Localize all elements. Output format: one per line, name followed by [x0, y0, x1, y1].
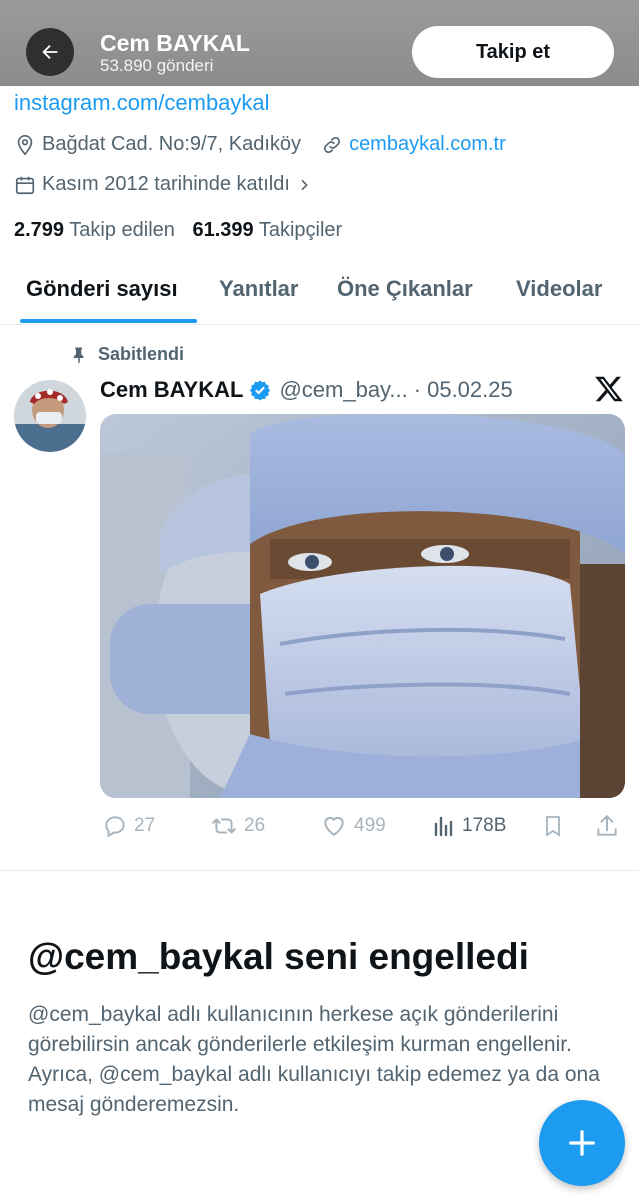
joined-row[interactable]: Kasım 2012 tarihinde katıldı [14, 173, 318, 196]
followers-label: Takipçiler [258, 219, 343, 241]
follow-stats: 2.799 Takip edilen 61.399 Takipçiler [14, 219, 342, 242]
followers-count: 61.399 [192, 219, 254, 241]
active-tab-indicator [20, 319, 197, 323]
chevron-right-icon [301, 179, 308, 190]
pinned-label: Sabitlendi [98, 344, 185, 364]
pin-icon [73, 347, 84, 363]
tab-videos[interactable]: Videolar [516, 276, 602, 302]
bookmark-icon [546, 816, 560, 837]
tab-replies[interactable]: Yanıtlar [219, 276, 298, 302]
tweet-media-image[interactable] [100, 414, 625, 798]
follow-button[interactable]: Takip et [412, 26, 614, 78]
bookmark-action[interactable] [541, 813, 571, 839]
section-divider [0, 870, 639, 871]
share-icon [597, 814, 617, 836]
calendar-icon [15, 176, 35, 194]
tweet-author-name[interactable]: Cem BAYKAL [100, 377, 243, 403]
header-name: Cem BAYKAL [100, 30, 250, 56]
share-action[interactable] [594, 813, 626, 839]
like-count: 499 [354, 815, 386, 836]
retweet-icon [212, 818, 236, 834]
following-label: Takip edilen [69, 219, 175, 241]
profile-header-bar: Cem BAYKAL 53.890 gönderi Takip et [0, 0, 639, 86]
tweet-separator: · [413, 377, 422, 402]
bio-link[interactable]: instagram.com/cembaykal [14, 90, 270, 116]
joined-date: Kasım 2012 tarihinde katıldı [42, 173, 290, 195]
like-icon [324, 816, 344, 836]
reply-count: 27 [134, 815, 156, 836]
profile-website[interactable]: cembaykal.com.tr [349, 133, 506, 156]
reply-action[interactable]: 27 [102, 813, 155, 839]
link-icon [324, 136, 341, 153]
tweet-date[interactable]: 05.02.25 [427, 377, 513, 403]
compose-plus-icon [569, 1130, 595, 1156]
compose-button[interactable] [539, 1100, 625, 1186]
views-action[interactable]: 178B [432, 813, 506, 839]
back-arrow-icon [42, 44, 58, 60]
location-pin-icon [17, 134, 33, 155]
header-post-count: 53.890 gönderi [100, 56, 214, 75]
reply-icon [105, 816, 125, 838]
profile-meta-row: Bağdat Cad. No:9/7, Kadıköy cembaykal.co… [14, 133, 506, 156]
views-icon [434, 816, 453, 837]
profile-tabs: Gönderi sayısı Yanıtlar Öne Çıkanlar Vid… [0, 262, 639, 325]
verified-badge-icon [250, 380, 271, 401]
tweet-header: Cem BAYKAL @cem_bay... · 05.02.25 [100, 377, 513, 403]
like-action[interactable]: 499 [320, 813, 386, 839]
followers-link[interactable]: 61.399 Takipçiler [192, 219, 342, 241]
retweet-action[interactable]: 26 [210, 813, 265, 839]
following-count: 2.799 [14, 219, 65, 241]
retweet-count: 26 [244, 815, 266, 836]
following-link[interactable]: 2.799 Takip edilen [14, 219, 175, 241]
profile-location: Bağdat Cad. No:9/7, Kadıköy [42, 133, 302, 155]
blocked-title: @cem_baykal seni engelledi [28, 936, 529, 977]
pinned-indicator: Sabitlendi [70, 344, 184, 365]
tab-highlights[interactable]: Öne Çıkanlar [337, 276, 473, 302]
avatar[interactable] [14, 380, 86, 452]
back-button[interactable] [26, 28, 74, 76]
blocked-description: @cem_baykal adlı kullanıcının herkese aç… [28, 1003, 600, 1116]
tweet-author-handle[interactable]: @cem_bay... [279, 377, 407, 403]
x-logo-icon [595, 376, 623, 402]
tab-posts[interactable]: Gönderi sayısı [26, 276, 178, 302]
views-count: 178B [462, 815, 507, 836]
